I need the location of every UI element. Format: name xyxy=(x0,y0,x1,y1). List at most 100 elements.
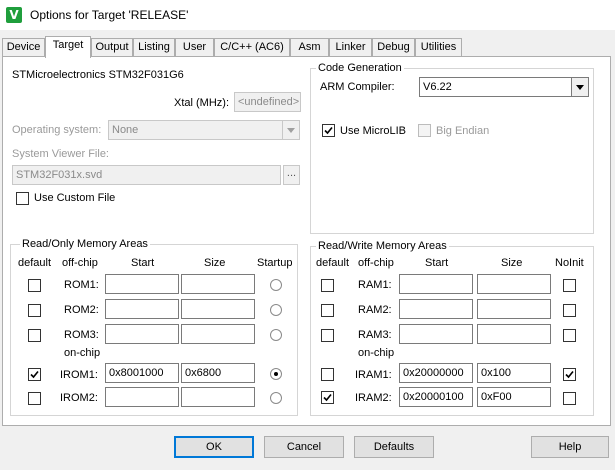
iram2-start-input[interactable]: 0x20000100 xyxy=(399,387,473,407)
svd-file-input[interactable]: STM32F031x.svd xyxy=(12,165,281,185)
iram2-default-checkbox[interactable] xyxy=(321,391,334,404)
os-select[interactable]: None xyxy=(108,120,300,140)
defaults-button[interactable]: Defaults xyxy=(354,436,434,458)
arm-compiler-select[interactable]: V6.22 xyxy=(419,77,589,97)
ram2-size-input[interactable] xyxy=(477,299,551,319)
iram1-noinit-checkbox[interactable] xyxy=(563,368,576,381)
cancel-button[interactable]: Cancel xyxy=(264,436,344,458)
chevron-down-icon[interactable] xyxy=(571,78,588,96)
ram2-label: RAM2: xyxy=(358,304,392,316)
window-title: Options for Target 'RELEASE' xyxy=(30,8,189,22)
code-generation-title: Code Generation xyxy=(316,62,404,74)
ram3-label: RAM3: xyxy=(358,329,392,341)
rom3-size-input[interactable] xyxy=(181,324,255,344)
rw-header-offchip: off-chip xyxy=(358,257,394,269)
rom2-start-input[interactable] xyxy=(105,299,179,319)
ro-memory-title: Read/Only Memory Areas xyxy=(20,238,150,250)
xtal-input[interactable]: <undefined> xyxy=(234,92,301,112)
irom1-label: IROM1: xyxy=(60,369,98,381)
iram2-noinit-checkbox[interactable] xyxy=(563,392,576,405)
tab-output[interactable]: Output xyxy=(91,38,133,57)
ram1-label: RAM1: xyxy=(358,279,392,291)
irom2-size-input[interactable] xyxy=(181,387,255,407)
ram3-start-input[interactable] xyxy=(399,324,473,344)
ro-header-startup: Startup xyxy=(257,257,293,269)
ram2-noinit-checkbox[interactable] xyxy=(563,304,576,317)
irom2-startup-radio[interactable] xyxy=(270,392,282,404)
checkmark-icon xyxy=(324,126,333,135)
os-select-value: None xyxy=(112,124,139,136)
rw-header-size: Size xyxy=(501,257,523,269)
ram2-start-input[interactable] xyxy=(399,299,473,319)
ram1-start-input[interactable] xyxy=(399,274,473,294)
tab-user[interactable]: User xyxy=(175,38,214,57)
irom1-size-input[interactable]: 0x6800 xyxy=(181,363,255,383)
ro-header-size: Size xyxy=(204,257,226,269)
checkmark-icon xyxy=(323,393,332,402)
use-microlib-checkbox[interactable] xyxy=(322,124,335,137)
keil-app-icon: V xyxy=(6,7,22,23)
rom3-startup-radio[interactable] xyxy=(270,329,282,341)
irom2-label: IROM2: xyxy=(60,392,98,404)
checkmark-icon xyxy=(30,370,39,379)
rom3-label: ROM3: xyxy=(64,329,99,341)
rom1-startup-radio[interactable] xyxy=(270,279,282,291)
ro-header-start: Start xyxy=(131,257,155,269)
tab-cpp-ac6[interactable]: C/C++ (AC6) xyxy=(214,38,290,57)
ro-onchip-label: on-chip xyxy=(64,347,101,359)
tab-linker[interactable]: Linker xyxy=(329,38,372,57)
ram3-noinit-checkbox[interactable] xyxy=(563,329,576,342)
iram1-size-input[interactable]: 0x100 xyxy=(477,363,551,383)
help-button[interactable]: Help xyxy=(531,436,609,458)
rw-header-start: Start xyxy=(425,257,449,269)
iram2-label: IRAM2: xyxy=(355,392,392,404)
tab-listing[interactable]: Listing xyxy=(133,38,175,57)
device-name: STMicroelectronics STM32F031G6 xyxy=(12,69,184,81)
tab-device[interactable]: Device xyxy=(2,38,45,57)
ram3-size-input[interactable] xyxy=(477,324,551,344)
use-custom-file-label: Use Custom File xyxy=(34,192,116,204)
rom3-default-checkbox[interactable] xyxy=(28,329,41,342)
irom2-default-checkbox[interactable] xyxy=(28,392,41,405)
use-custom-file-checkbox[interactable] xyxy=(16,192,29,205)
rom2-label: ROM2: xyxy=(64,304,99,316)
tab-strip: Device Target Output Listing User C/C++ … xyxy=(0,36,615,58)
iram1-default-checkbox[interactable] xyxy=(321,368,334,381)
irom1-start-input[interactable]: 0x8001000 xyxy=(105,363,179,383)
rom1-default-checkbox[interactable] xyxy=(28,279,41,292)
ro-header-offchip: off-chip xyxy=(62,257,98,269)
irom1-default-checkbox[interactable] xyxy=(28,368,41,381)
arm-compiler-value: V6.22 xyxy=(423,81,452,93)
tab-asm[interactable]: Asm xyxy=(290,38,329,57)
rom2-size-input[interactable] xyxy=(181,299,255,319)
chevron-down-icon[interactable] xyxy=(282,121,299,139)
xtal-label: Xtal (MHz): xyxy=(174,97,229,109)
irom2-start-input[interactable] xyxy=(105,387,179,407)
tab-target[interactable]: Target xyxy=(45,36,91,58)
ram1-size-input[interactable] xyxy=(477,274,551,294)
rom3-start-input[interactable] xyxy=(105,324,179,344)
ram3-default-checkbox[interactable] xyxy=(321,329,334,342)
ram1-noinit-checkbox[interactable] xyxy=(563,279,576,292)
rom2-default-checkbox[interactable] xyxy=(28,304,41,317)
rw-header-default: default xyxy=(316,257,350,269)
tab-debug[interactable]: Debug xyxy=(372,38,415,57)
rom2-startup-radio[interactable] xyxy=(270,304,282,316)
ro-header-default: default xyxy=(18,257,52,269)
big-endian-label: Big Endian xyxy=(436,125,490,137)
rw-header-noinit: NoInit xyxy=(555,257,584,269)
irom1-startup-radio[interactable] xyxy=(270,368,282,380)
iram1-start-input[interactable]: 0x20000000 xyxy=(399,363,473,383)
rom1-size-input[interactable] xyxy=(181,274,255,294)
rom1-start-input[interactable] xyxy=(105,274,179,294)
svd-label: System Viewer File: xyxy=(12,148,109,160)
big-endian-checkbox[interactable] xyxy=(418,124,431,137)
radio-selected-dot xyxy=(274,372,278,376)
svd-browse-button[interactable]: ... xyxy=(283,165,300,185)
iram2-size-input[interactable]: 0xF00 xyxy=(477,387,551,407)
ram1-default-checkbox[interactable] xyxy=(321,279,334,292)
rw-onchip-label: on-chip xyxy=(358,347,395,359)
ram2-default-checkbox[interactable] xyxy=(321,304,334,317)
tab-utilities[interactable]: Utilities xyxy=(415,38,462,57)
ok-button[interactable]: OK xyxy=(174,436,254,458)
